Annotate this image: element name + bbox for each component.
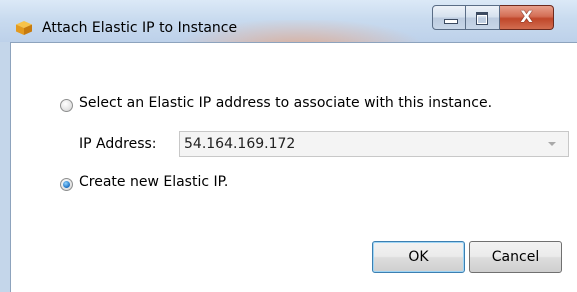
dialog-window: Attach Elastic IP to Instance X Select a… xyxy=(0,0,577,292)
ok-button[interactable]: OK xyxy=(372,241,465,273)
ip-address-dropdown[interactable]: 54.164.169.172 xyxy=(179,131,569,157)
caption-buttons: X xyxy=(432,5,554,32)
window-title: Attach Elastic IP to Instance xyxy=(42,20,238,36)
title-bar[interactable]: Attach Elastic IP to Instance X xyxy=(0,0,577,42)
select-existing-ip-radio[interactable] xyxy=(60,99,73,112)
minimize-icon xyxy=(444,19,458,24)
close-icon: X xyxy=(520,7,533,26)
cancel-button[interactable]: Cancel xyxy=(469,241,562,273)
ip-address-label: IP Address: xyxy=(79,136,157,152)
aws-cube-icon xyxy=(16,21,32,35)
dialog-content: Select an Elastic IP address to associat… xyxy=(10,42,577,292)
close-button[interactable]: X xyxy=(500,5,554,30)
select-existing-ip-label[interactable]: Select an Elastic IP address to associat… xyxy=(79,95,492,111)
create-new-ip-label[interactable]: Create new Elastic IP. xyxy=(79,174,228,190)
chevron-down-icon xyxy=(548,142,556,146)
ip-address-value: 54.164.169.172 xyxy=(184,136,296,152)
maximize-button[interactable] xyxy=(466,5,500,30)
create-new-ip-radio[interactable] xyxy=(60,178,73,191)
minimize-button[interactable] xyxy=(432,5,466,30)
maximize-icon xyxy=(476,12,488,25)
